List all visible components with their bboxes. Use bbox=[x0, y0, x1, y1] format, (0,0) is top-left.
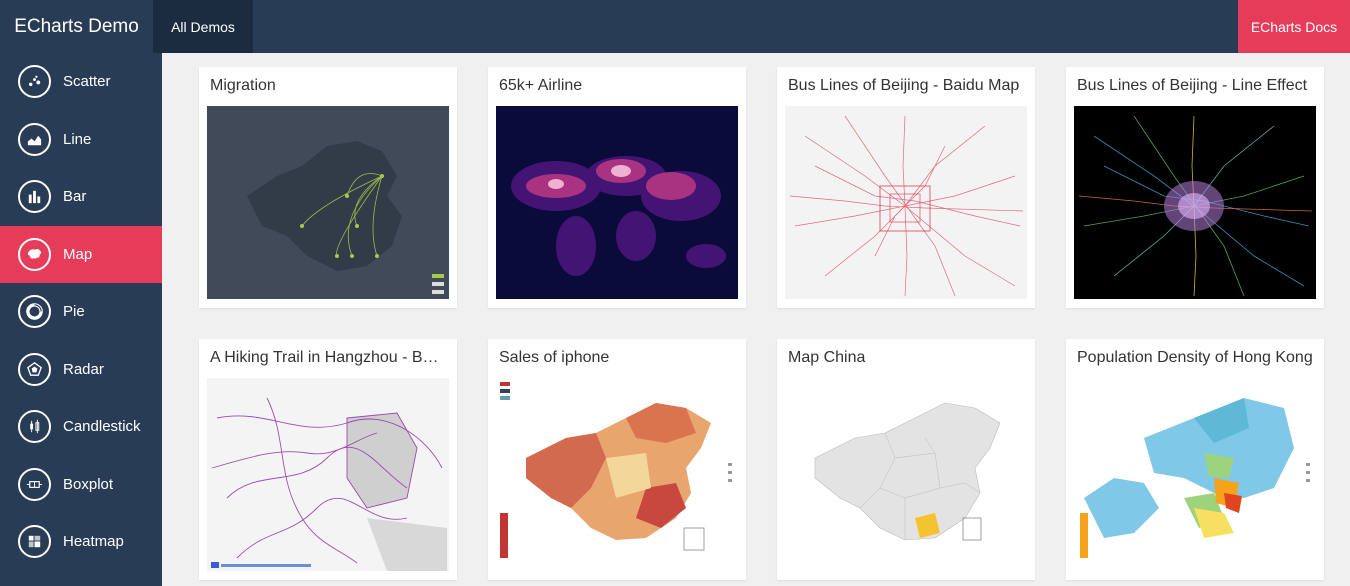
demo-card-title: Bus Lines of Beijing - Line Effect bbox=[1077, 77, 1308, 94]
demo-card-sales-iphone[interactable]: Sales of iphone bbox=[488, 339, 746, 580]
demo-gallery: Migration 65k+ Airline Bus Lines of Beij… bbox=[162, 53, 1350, 586]
sidebar-item-scatter[interactable]: Scatter bbox=[0, 53, 162, 111]
sidebar-item-map[interactable]: Map bbox=[0, 225, 162, 283]
line-chart-icon bbox=[18, 122, 51, 156]
demo-thumbnail bbox=[1074, 106, 1316, 299]
demo-thumbnail bbox=[496, 378, 738, 571]
demo-card-title: Sales of iphone bbox=[499, 349, 610, 366]
demo-thumbnail bbox=[207, 378, 449, 571]
boxplot-icon bbox=[18, 467, 51, 501]
sidebar-item-label: Heatmap bbox=[63, 533, 124, 551]
demo-card-title: Population Density of Hong Kong bbox=[1077, 349, 1313, 366]
sidebar-item-label: Candlestick bbox=[63, 418, 141, 436]
sidebar-item-label: Scatter bbox=[63, 73, 111, 91]
candlestick-icon bbox=[18, 410, 51, 444]
demo-card-title: Map China bbox=[788, 349, 866, 366]
demo-thumbnail bbox=[207, 106, 449, 299]
sidebar-item-label: Radar bbox=[63, 360, 104, 378]
top-navbar: ECharts Demo All Demos ECharts Docs bbox=[0, 0, 1350, 53]
sidebar-item-bar[interactable]: Bar bbox=[0, 168, 162, 226]
radar-chart-icon bbox=[18, 352, 51, 386]
demo-card-title: 65k+ Airline bbox=[499, 77, 583, 94]
map-icon bbox=[18, 237, 51, 271]
sidebar-item-line[interactable]: Line bbox=[0, 111, 162, 169]
demo-card-title: Migration bbox=[210, 77, 276, 94]
demo-card-hiking-trail[interactable]: A Hiking Trail in Hangzhou - Baidu Map bbox=[199, 339, 457, 580]
sidebar-item-pie[interactable]: Pie bbox=[0, 283, 162, 341]
demo-card-map-china[interactable]: Map China bbox=[777, 339, 1035, 580]
sidebar-item-radar[interactable]: Radar bbox=[0, 341, 162, 399]
demo-card-title: Bus Lines of Beijing - Baidu Map bbox=[788, 77, 1020, 94]
sidebar-item-label: Bar bbox=[63, 188, 87, 206]
demo-thumbnail bbox=[785, 378, 1027, 571]
demo-card-title: A Hiking Trail in Hangzhou - Baidu Map bbox=[210, 349, 447, 366]
sidebar: Scatter Line Bar Map Pie Radar Candlesti… bbox=[0, 53, 162, 586]
demo-card-airline[interactable]: 65k+ Airline bbox=[488, 67, 746, 308]
sidebar-item-heatmap[interactable]: Heatmap bbox=[0, 513, 162, 571]
demo-card-population-density-hk[interactable]: Population Density of Hong Kong bbox=[1066, 339, 1324, 580]
demo-card-migration[interactable]: Migration bbox=[199, 67, 457, 308]
demo-thumbnail bbox=[496, 106, 738, 299]
sidebar-item-label: Pie bbox=[63, 303, 85, 321]
brand-title[interactable]: ECharts Demo bbox=[0, 0, 153, 53]
sidebar-item-label: Line bbox=[63, 130, 92, 148]
heatmap-icon bbox=[18, 525, 51, 559]
bar-chart-icon bbox=[18, 180, 51, 214]
demo-thumbnail bbox=[1074, 378, 1316, 571]
demo-thumbnail bbox=[785, 106, 1027, 299]
pie-chart-icon bbox=[18, 295, 51, 329]
sidebar-item-boxplot[interactable]: Boxplot bbox=[0, 456, 162, 514]
demo-card-bus-lines-baidu[interactable]: Bus Lines of Beijing - Baidu Map bbox=[777, 67, 1035, 308]
sidebar-item-label: Map bbox=[63, 245, 93, 263]
sidebar-item-candlestick[interactable]: Candlestick bbox=[0, 398, 162, 456]
sidebar-item-label: Boxplot bbox=[63, 475, 114, 493]
scatter-icon bbox=[18, 65, 51, 99]
nav-all-demos[interactable]: All Demos bbox=[153, 0, 253, 53]
demo-card-bus-lines-effect[interactable]: Bus Lines of Beijing - Line Effect bbox=[1066, 67, 1324, 308]
nav-echarts-docs[interactable]: ECharts Docs bbox=[1238, 0, 1350, 53]
